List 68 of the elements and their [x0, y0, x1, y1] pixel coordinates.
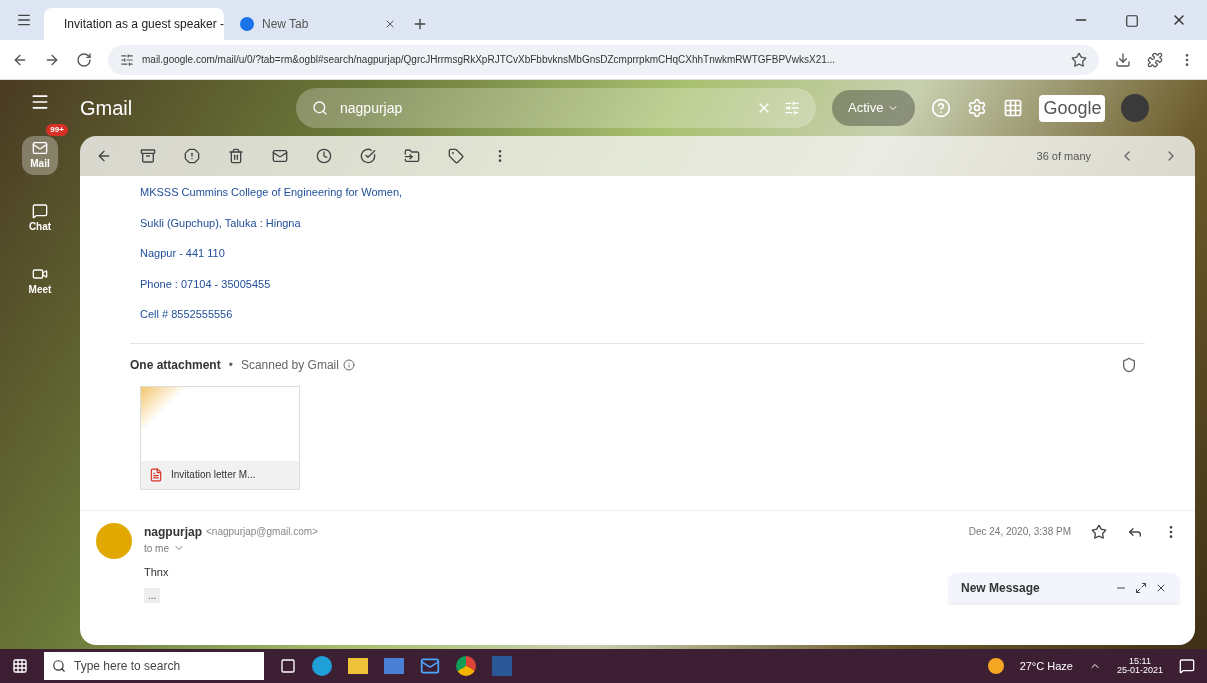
message-date: Dec 24, 2020, 3:38 PM [968, 525, 1071, 539]
search-icon[interactable] [312, 100, 328, 116]
gmail-logo[interactable]: Gmail [80, 93, 280, 123]
star-icon[interactable] [1091, 523, 1107, 540]
pager-text: 36 of many [1036, 148, 1091, 164]
video-camera-icon [32, 266, 48, 282]
download-icon[interactable] [1115, 51, 1131, 68]
attachment-name: Invitation letter M... [171, 468, 256, 482]
close-icon[interactable] [1155, 582, 1167, 594]
mail-icon[interactable] [420, 656, 440, 676]
weather-sun-icon [987, 658, 1004, 674]
tab-title: New Tab [262, 16, 310, 33]
compose-header[interactable]: New Message [949, 573, 1179, 603]
chat-bubble-icon [32, 203, 48, 219]
signature-line: Sukli (Gupchup), Taluka : Hingna [140, 215, 302, 231]
close-icon[interactable] [384, 18, 396, 30]
expand-icon[interactable] [1135, 582, 1147, 594]
message-body: Thnx [144, 564, 169, 580]
taskbar-search-field[interactable]: Type here to search [44, 652, 264, 680]
new-tab-icon[interactable] [412, 16, 428, 32]
back-icon[interactable] [96, 148, 112, 164]
unread-badge: 99+ [46, 124, 68, 136]
show-trimmed-button[interactable]: ... [144, 588, 161, 603]
tab-title: Invitation as a guest speaker - [64, 16, 225, 33]
delete-icon[interactable] [228, 148, 244, 164]
url-text: mail.google.com/mail/u/0/?tab=rm&ogbl#search/nagpurjap/QgrcJHrrmsgRkXpRJTCvXbFbbvknsMbGnsDZcmprrpkmCHqCXhhTnwkmRWTGFBPVwksX21... [142, 53, 836, 67]
maximize-icon[interactable] [1125, 14, 1139, 28]
compose-title: New Message [961, 580, 1041, 597]
pdf-icon [149, 467, 163, 482]
sender-email: <nagpurjap@gmail.com> [206, 525, 318, 539]
signature-line: Phone : 07104 - 35005455 [140, 276, 272, 292]
task-view-icon[interactable] [280, 658, 296, 674]
label-icon[interactable] [448, 148, 464, 164]
mark-unread-icon[interactable] [272, 148, 288, 164]
address-bar[interactable]: mail.google.com/mail/u/0/?tab=rm&ogbl#search/nagpurjap/QgrcJHrrmsgRkXpRJTCvXbFbbvknsMbGnsDZcmprrpkmCHqCXhhTnwkmRWTGFBPVwksX21... [108, 44, 1099, 75]
browser-tab[interactable]: Invitation as a guest speaker - [44, 8, 224, 40]
clock-date[interactable]: 25-01-2021 [1116, 666, 1163, 675]
rail-item[interactable]: Mail [22, 136, 58, 175]
avatar[interactable] [1121, 94, 1150, 122]
separator-dot: • [228, 356, 233, 374]
extensions-icon[interactable] [1147, 51, 1163, 68]
attachment-card[interactable]: Invitation letter M... [140, 385, 300, 490]
clock-time[interactable]: 15:11 [1129, 657, 1151, 666]
signature-line: Nagpur - 441 110 [140, 246, 226, 261]
attachment-heading: One attachment [130, 356, 221, 374]
sender-name: nagpurjap [144, 523, 202, 541]
browser-tab[interactable]: New Tab [228, 8, 408, 40]
search-icon [52, 659, 66, 673]
signature-line: Cell # 8552555556 [140, 307, 234, 322]
spam-icon[interactable] [184, 148, 200, 164]
reload-icon[interactable] [76, 51, 92, 68]
bookmark-star-icon[interactable] [1071, 51, 1087, 68]
menu-icon[interactable] [30, 92, 50, 112]
snooze-icon[interactable] [316, 148, 332, 164]
recipient-dropdown[interactable]: to me [144, 540, 185, 556]
rail-item[interactable]: Chat [20, 199, 60, 238]
notifications-icon[interactable] [1179, 658, 1195, 674]
rail-item[interactable]: Meet [20, 262, 60, 301]
signature-line: MKSSS Cummins College of Engineering for Women, [140, 185, 404, 200]
google-logo[interactable]: Google [1039, 94, 1106, 122]
mail-icon [32, 140, 48, 156]
sender-avatar [96, 522, 132, 559]
info-icon[interactable] [342, 358, 355, 371]
archive-icon[interactable] [140, 148, 156, 164]
weather-text[interactable]: 27°C Haze [1019, 657, 1073, 675]
move-icon[interactable] [404, 148, 420, 164]
apps-icon[interactable] [1003, 98, 1024, 118]
scan-note: Scanned by Gmail [240, 356, 339, 374]
